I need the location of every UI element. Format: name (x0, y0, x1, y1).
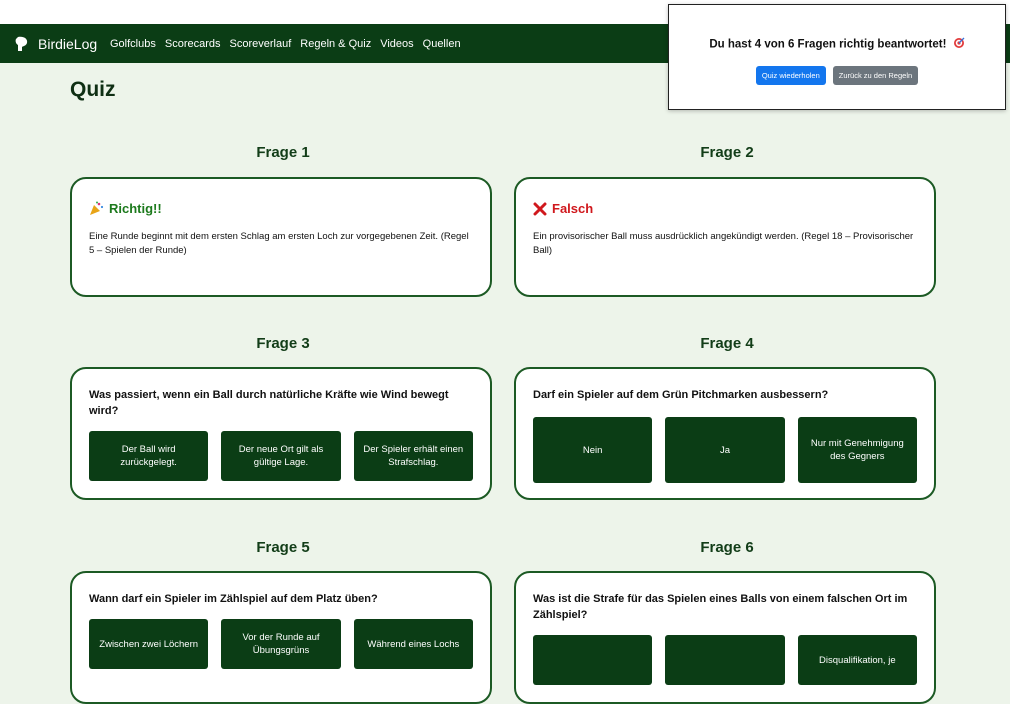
brand-name: BirdieLog (38, 35, 98, 52)
result-label: Richtig!! (109, 201, 162, 216)
question-4-heading: Frage 4 (700, 335, 754, 352)
answer-options: Disqualifikation, je (533, 635, 917, 685)
target-icon (953, 37, 965, 52)
answer-options: Nein Ja Nur mit Genehmigung des Gegners (533, 417, 917, 483)
answer-button[interactable] (533, 635, 653, 685)
result-explanation: Eine Runde beginnt mit dem ersten Schlag… (89, 231, 469, 256)
result-correct: Richtig!! (89, 201, 473, 216)
result-label: Falsch (552, 201, 594, 216)
answer-button[interactable] (665, 635, 785, 685)
party-popper-icon (89, 201, 104, 216)
question-6-heading: Frage 6 (700, 539, 754, 556)
question-2-heading: Frage 2 (700, 144, 754, 161)
answer-button[interactable]: Der Ball wird zurückgelegt. (89, 431, 209, 481)
nav-regeln-quiz[interactable]: Regeln & Quiz (300, 38, 371, 50)
question-2-card: Falsch Ein provisorischer Ball muss ausd… (514, 177, 936, 297)
question-3-heading: Frage 3 (256, 335, 310, 352)
question-text: Was passiert, wenn ein Ball durch natürl… (89, 389, 449, 417)
result-wrong: Falsch (533, 201, 917, 216)
answer-button[interactable]: Disqualifikation, je (797, 635, 917, 685)
cross-mark-icon (533, 202, 547, 216)
answer-options: Zwischen zwei Löchern Vor der Runde auf … (89, 619, 473, 669)
question-6-card: Was ist die Strafe für das Spielen eines… (514, 571, 936, 704)
question-text: Wann darf ein Spieler im Zählspiel auf d… (89, 593, 378, 605)
result-explanation: Ein provisorischer Ball muss ausdrücklic… (533, 231, 914, 256)
answer-button[interactable]: Der neue Ort gilt als gültige Lage. (221, 431, 341, 481)
nav-scoreverlauf[interactable]: Scoreverlauf (230, 38, 292, 50)
popup-buttons: Quiz wiederholen Zurück zu den Regeln (669, 66, 1005, 85)
question-5-card: Wann darf ein Spieler im Zählspiel auf d… (70, 571, 492, 704)
page-title: Quiz (70, 78, 116, 101)
question-1-card: Richtig!! Eine Runde beginnt mit dem ers… (70, 177, 492, 297)
popup-message: Du hast 4 von 6 Fragen richtig beantwort… (709, 38, 947, 51)
golfer-icon (14, 35, 31, 52)
question-5-heading: Frage 5 (256, 539, 310, 556)
retry-quiz-button[interactable]: Quiz wiederholen (755, 66, 826, 85)
answer-button[interactable]: Der Spieler erhält einen Strafschlag. (353, 431, 473, 481)
answer-button[interactable]: Nein (533, 417, 653, 483)
nav-golfclubs[interactable]: Golfclubs (110, 38, 156, 50)
answer-button[interactable]: Während eines Lochs (353, 619, 473, 669)
brand[interactable]: BirdieLog (14, 24, 97, 63)
question-text: Darf ein Spieler auf dem Grün Pitchmarke… (533, 389, 829, 401)
nav-links: Golfclubs Scorecards Scoreverlauf Regeln… (110, 24, 461, 63)
answer-button[interactable]: Nur mit Genehmigung des Gegners (797, 417, 917, 483)
question-text: Was ist die Strafe für das Spielen eines… (533, 593, 908, 621)
answer-button[interactable]: Vor der Runde auf Übungsgrüns (221, 619, 341, 669)
question-3-card: Was passiert, wenn ein Ball durch natürl… (70, 367, 492, 500)
answer-button[interactable]: Zwischen zwei Löchern (89, 619, 209, 669)
question-1-heading: Frage 1 (256, 144, 310, 161)
nav-scorecards[interactable]: Scorecards (165, 38, 221, 50)
question-4-card: Darf ein Spieler auf dem Grün Pitchmarke… (514, 367, 936, 500)
answer-button[interactable]: Ja (665, 417, 785, 483)
answer-options: Der Ball wird zurückgelegt. Der neue Ort… (89, 431, 473, 481)
nav-quellen[interactable]: Quellen (423, 38, 461, 50)
back-to-rules-button[interactable]: Zurück zu den Regeln (832, 66, 919, 85)
result-popup: Du hast 4 von 6 Fragen richtig beantwort… (668, 4, 1006, 110)
popup-message-row: Du hast 4 von 6 Fragen richtig beantwort… (669, 37, 1005, 52)
nav-videos[interactable]: Videos (380, 38, 413, 50)
